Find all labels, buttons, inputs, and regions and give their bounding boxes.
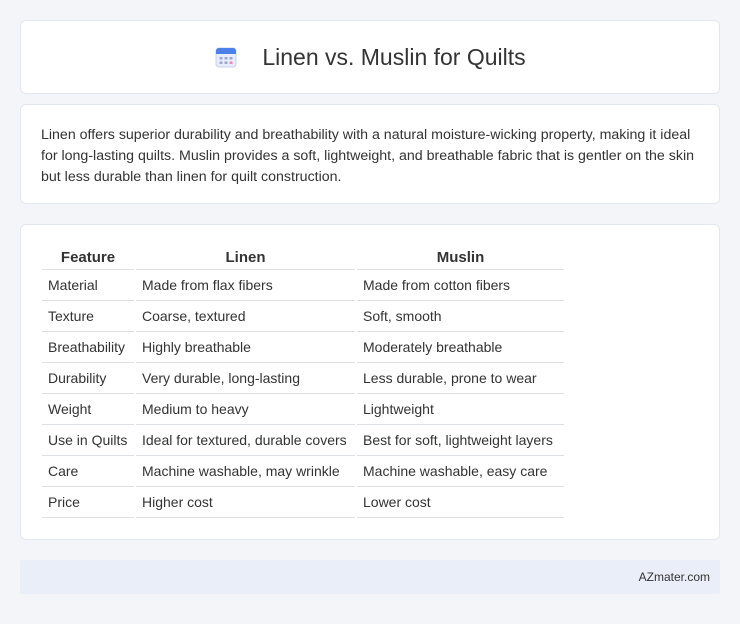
cell-feature: Texture (42, 300, 135, 332)
summary-text: Linen offers superior durability and bre… (41, 127, 694, 185)
comparison-table: Feature Linen Muslin Material Made from … (42, 247, 564, 518)
cell-linen: Highly breathable (134, 331, 356, 363)
footer-site-link[interactable]: AZmater.com (639, 570, 710, 584)
table-row: Care Machine washable, may wrinkle Machi… (42, 455, 564, 487)
calendar-icon (215, 47, 237, 68)
table-row: Material Made from flax fibers Made from… (42, 269, 564, 301)
column-header-muslin: Muslin (355, 247, 564, 270)
footer: AZmater.com (20, 560, 720, 594)
table-row: Use in Quilts Ideal for textured, durabl… (42, 424, 564, 456)
cell-muslin: Less durable, prone to wear (355, 362, 564, 394)
column-header-linen: Linen (134, 247, 356, 270)
cell-linen: Made from flax fibers (134, 269, 356, 301)
cell-linen: Higher cost (134, 486, 356, 518)
cell-feature: Care (42, 455, 135, 487)
summary-card: Linen offers superior durability and bre… (20, 104, 720, 204)
cell-muslin: Best for soft, lightweight layers (355, 424, 564, 456)
cell-linen: Very durable, long-lasting (134, 362, 356, 394)
table-row: Weight Medium to heavy Lightweight (42, 393, 564, 425)
cell-feature: Weight (42, 393, 135, 425)
cell-muslin: Lightweight (355, 393, 564, 425)
cell-muslin: Machine washable, easy care (355, 455, 564, 487)
cell-feature: Material (42, 269, 135, 301)
cell-feature: Use in Quilts (42, 424, 135, 456)
table-header-row: Feature Linen Muslin (42, 247, 564, 270)
cell-feature: Price (42, 486, 135, 518)
table-row: Durability Very durable, long-lasting Le… (42, 362, 564, 394)
header-card: Linen vs. Muslin for Quilts (20, 20, 720, 94)
table-row: Breathability Highly breathable Moderate… (42, 331, 564, 363)
column-header-feature: Feature (42, 247, 135, 270)
cell-linen: Coarse, textured (134, 300, 356, 332)
cell-linen: Ideal for textured, durable covers (134, 424, 356, 456)
table-row: Texture Coarse, textured Soft, smooth (42, 300, 564, 332)
cell-linen: Medium to heavy (134, 393, 356, 425)
cell-muslin: Moderately breathable (355, 331, 564, 363)
cell-feature: Breathability (42, 331, 135, 363)
table-row: Price Higher cost Lower cost (42, 486, 564, 518)
cell-muslin: Soft, smooth (355, 300, 564, 332)
cell-feature: Durability (42, 362, 135, 394)
comparison-table-card: Feature Linen Muslin Material Made from … (20, 224, 720, 540)
cell-muslin: Lower cost (355, 486, 564, 518)
cell-muslin: Made from cotton fibers (355, 269, 564, 301)
cell-linen: Machine washable, may wrinkle (134, 455, 356, 487)
page-title: Linen vs. Muslin for Quilts (262, 43, 526, 70)
